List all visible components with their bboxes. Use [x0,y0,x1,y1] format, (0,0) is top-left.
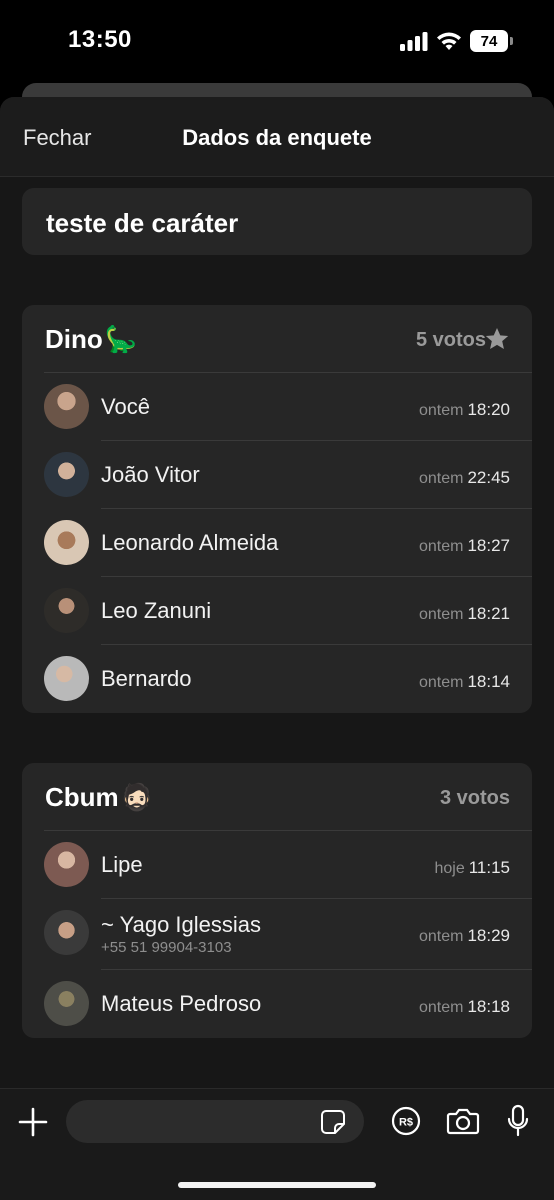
voter-row[interactable]: Mateus Pedroso ontem 18:18 [22,970,532,1038]
option-header: Cbum 🧔🏻 3 votos [44,763,532,831]
page-title: Dados da enquete [182,125,372,150]
voter-phone: +55 51 99904-3103 [101,939,232,956]
voter-name: Leonardo Almeida [101,530,279,555]
voter-name: Leo Zanuni [101,598,212,623]
status-bar: 13:50 74 [0,0,554,84]
poll-question: teste de caráter [46,208,239,238]
voter-row[interactable]: Lipe hoje 11:15 [22,831,532,899]
poll-option-card: Cbum 🧔🏻 3 votos Lipe hoje 11:15 ~ Yago Ig… [22,763,532,1038]
microphone-icon[interactable] [506,1104,530,1138]
vote-time: ontem 18:27 [418,536,510,555]
voter-name: Bernardo [101,666,192,691]
avatar [44,656,89,701]
vote-time: ontem 18:29 [418,926,510,945]
voter-name: Mateus Pedroso [101,991,262,1016]
status-icons: 74 [400,30,513,52]
avatar [44,981,89,1026]
voter-name: Lipe [101,852,143,877]
camera-icon[interactable] [446,1106,480,1136]
option-header: Dino 🦕 5 votos [44,305,532,373]
voter-name: ~ Yago Iglessias [101,912,262,937]
vote-time: ontem 18:14 [418,672,510,691]
voter-row[interactable]: João Vitor ontem 22:45 [22,441,532,509]
vote-count: 5 votos [415,329,486,351]
voter-name: Você [101,394,150,419]
voter-row[interactable]: Você ontem 18:20 [22,373,532,441]
poll-option-card: Dino 🦕 5 votos Você ontem 18:20 João Vito… [22,305,532,713]
home-indicator [178,1182,376,1188]
payment-icon[interactable]: R$ [391,1106,421,1136]
poll-details-sheet: Fechar Dados da enquete teste de caráter… [0,97,554,1200]
voter-row[interactable]: Bernardo ontem 18:14 [22,645,532,713]
avatar [44,842,89,887]
avatar [44,910,89,955]
voter-row[interactable]: Leonardo Almeida ontem 18:27 [22,509,532,577]
option-title: Cbum 🧔🏻 [45,782,153,813]
battery-level: 74 [480,32,498,50]
option-emoji: 🧔🏻 [120,782,154,812]
signal-icon [400,32,428,51]
svg-text:R$: R$ [399,1117,413,1129]
voter-name: João Vitor [101,462,200,487]
option-title: Dino 🦕 [45,324,137,355]
message-input[interactable] [66,1100,364,1143]
vote-time: ontem 18:21 [418,604,510,623]
option-emoji: 🦕 [104,324,138,354]
nav-bar: Fechar Dados da enquete [0,97,554,177]
avatar [44,384,89,429]
vote-time: ontem 22:45 [418,468,510,487]
question-card: teste de caráter [22,188,532,255]
plus-icon[interactable] [18,1107,48,1137]
wifi-icon [437,32,461,50]
vote-time: ontem 18:18 [418,997,510,1016]
message-toolbar: R$ [0,1088,554,1200]
vote-count: 3 votos [439,787,510,809]
vote-time: hoje 11:15 [434,858,510,877]
voter-row[interactable]: Leo Zanuni ontem 18:21 [22,577,532,645]
avatar [44,588,89,633]
battery-icon: 74 [470,30,513,52]
option-name: Dino [45,324,103,354]
option-name: Cbum [45,782,119,812]
avatar [44,520,89,565]
vote-time: ontem 18:20 [418,400,510,419]
sticker-icon[interactable] [320,1109,346,1135]
star-icon [485,327,509,349]
avatar [44,452,89,497]
status-time: 13:50 [68,26,132,53]
voter-row[interactable]: ~ Yago Iglessias +55 51 99904-3103 ontem… [22,899,532,970]
